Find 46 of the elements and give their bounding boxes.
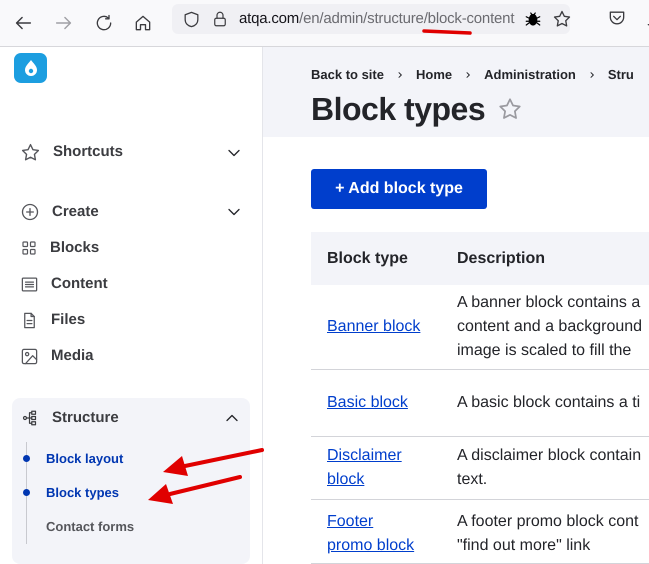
chevron-right-icon [396, 70, 404, 79]
nav-item[interactable]: Structure [12, 398, 250, 438]
description-text: A banner block contains a content and a background image is scaled to fill the [457, 293, 642, 361]
nav-link[interactable]: Contact forms [46, 517, 134, 537]
list-icon [20, 274, 39, 294]
image-icon [20, 346, 39, 366]
column-header: Block type [326, 248, 409, 268]
page-title: Block types [311, 90, 486, 128]
breadcrumb-link[interactable]: Back to site [311, 65, 384, 84]
column-header: Description [457, 248, 546, 268]
annotation-underline [422, 29, 472, 35]
breadcrumb-link[interactable]: Home [416, 65, 452, 84]
plus-circle-icon [20, 202, 40, 222]
nav-item[interactable]: Media [0, 338, 262, 374]
description-text: A footer promo block cont "find out more" link [457, 512, 638, 556]
add-block-type-button[interactable]: + Add block type [311, 169, 487, 209]
nav-link[interactable]: Block types [46, 483, 119, 503]
star-icon [20, 142, 41, 164]
star-icon[interactable] [497, 96, 524, 122]
home-icon[interactable] [133, 13, 153, 33]
nav-item[interactable]: Blocks [0, 230, 262, 266]
nav-item[interactable]: Files [0, 302, 262, 338]
block-type-link[interactable]: Disclaimer block [327, 444, 457, 492]
chevron-right-icon [464, 70, 472, 79]
bug-icon[interactable] [524, 10, 542, 28]
nav-item[interactable]: Create [0, 194, 262, 230]
breadcrumb-link[interactable]: Stru [608, 65, 634, 84]
bookmark-star-icon[interactable] [552, 9, 572, 29]
shield-icon [182, 10, 201, 28]
block-type-link[interactable]: Basic block [327, 391, 457, 415]
lock-icon [211, 10, 229, 28]
block-type-link[interactable]: Footer promo block [327, 510, 457, 558]
reload-icon[interactable] [94, 13, 114, 33]
description-text: A disclaimer block contain text. [457, 446, 642, 490]
logo[interactable] [14, 53, 47, 83]
chevron-right-icon [588, 70, 596, 79]
drop-icon [22, 58, 38, 77]
nav-link[interactable]: Block layout [46, 449, 124, 469]
nav-item[interactable]: Content [0, 266, 262, 302]
description-text: A basic block contains a ti [457, 393, 640, 413]
block-type-link[interactable]: Banner block [327, 315, 457, 339]
grid-icon [20, 239, 38, 258]
address-bar[interactable]: atqa.com/en/admin/structure/block-content [172, 4, 570, 34]
nav-item[interactable]: Shortcuts [0, 134, 262, 170]
breadcrumb-link[interactable]: Administration [484, 65, 576, 84]
url-text: atqa.com/en/admin/structure/block-content [239, 8, 514, 29]
